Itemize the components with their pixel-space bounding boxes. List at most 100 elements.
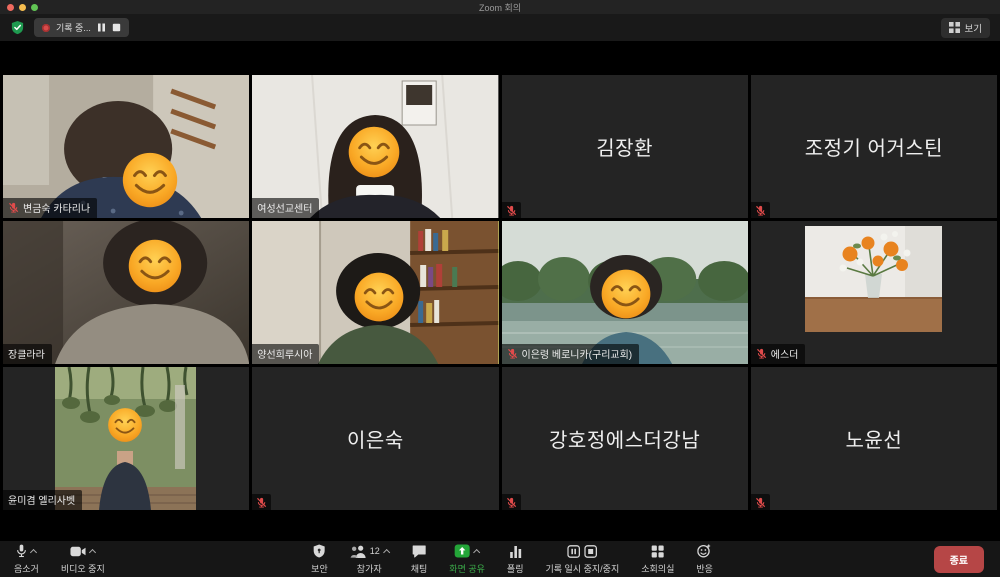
stop-recording-button[interactable]	[112, 23, 121, 32]
stop-video-button[interactable]: 비디오 중지	[61, 541, 105, 577]
recording-indicator: 기록 중...	[34, 18, 129, 37]
window-title: Zoom 회의	[479, 1, 521, 14]
video-stage: 변금숙 카타리나 여성선교센터 김장환	[0, 41, 1000, 540]
mute-options-chevron[interactable]	[30, 548, 37, 555]
participants-icon	[350, 545, 366, 558]
muted-mic-badge	[502, 202, 521, 218]
participant-name: 이은숙	[252, 367, 498, 510]
close-window-button[interactable]	[7, 4, 14, 11]
participant-name-tag: 변금숙 카타리나	[3, 198, 97, 218]
stop-video-button-label: 비디오 중지	[61, 562, 105, 575]
face-emoji	[600, 268, 652, 320]
window-controls[interactable]	[7, 4, 38, 11]
participant-tile[interactable]: 노윤선	[751, 367, 997, 510]
security-button[interactable]: 보안	[311, 541, 328, 577]
participant-tile-active-speaker[interactable]: 양선희루시아	[252, 221, 498, 364]
participants-button[interactable]: 12 참가자	[350, 541, 389, 577]
video-options-chevron[interactable]	[89, 548, 96, 555]
toolbar-right-group: 종료	[934, 541, 1000, 577]
security-shield-icon	[313, 544, 325, 558]
view-button-label: 보기	[965, 21, 982, 35]
polls-button-label: 폴링	[507, 562, 524, 575]
stop-recording-icon	[584, 545, 597, 558]
participant-name-tag: 에스더	[751, 344, 806, 364]
participant-name: 강호정에스더강남	[502, 367, 748, 510]
breakout-rooms-button-label: 소회의실	[641, 562, 674, 575]
share-screen-button-label: 화면 공유	[449, 562, 485, 575]
participant-name: 윤미겸 엘리사벳	[8, 492, 75, 507]
security-button-label: 보안	[311, 562, 328, 575]
muted-mic-icon	[506, 497, 517, 508]
chat-button[interactable]: 채팅	[411, 541, 428, 577]
participant-tile[interactable]: 강호정에스더강남	[502, 367, 748, 510]
share-screen-button[interactable]: 화면 공유	[449, 541, 485, 577]
polls-button[interactable]: 폴링	[507, 541, 524, 577]
face-emoji	[353, 271, 405, 323]
gallery-grid: 변금숙 카타리나 여성선교센터 김장환	[3, 75, 997, 510]
pause-recording-button[interactable]	[97, 23, 106, 32]
participant-name-tag: 윤미겸 엘리사벳	[3, 490, 82, 510]
participant-tile[interactable]: 여성선교센터	[252, 75, 498, 218]
participants-button-label: 참가자	[357, 562, 382, 575]
participant-tile[interactable]: 변금숙 카타리나	[3, 75, 249, 218]
view-button[interactable]: 보기	[941, 18, 990, 38]
muted-mic-badge	[751, 202, 770, 218]
reactions-button-label: 반응	[696, 562, 713, 575]
chat-button-label: 채팅	[411, 562, 428, 575]
mute-button[interactable]: 음소거	[14, 541, 39, 577]
face-emoji	[121, 151, 179, 209]
record-pause-stop-button[interactable]: 기록 일시 중지/중지	[545, 541, 619, 577]
participants-options-chevron[interactable]	[383, 548, 390, 555]
polls-icon	[509, 545, 522, 558]
breakout-rooms-icon	[651, 545, 664, 558]
macos-titlebar: Zoom 회의	[0, 0, 1000, 14]
participant-tile[interactable]: 조정기 어거스틴	[751, 75, 997, 218]
video-frame	[55, 367, 196, 510]
participant-name: 양선희루시아	[257, 346, 312, 361]
participant-name: 이은령 베로니카(구리교회)	[522, 346, 633, 361]
microphone-icon	[16, 544, 27, 558]
encryption-shield-icon	[10, 20, 25, 35]
participant-tile[interactable]: 김장환	[502, 75, 748, 218]
participant-name: 여성선교센터	[257, 200, 312, 215]
muted-mic-icon	[755, 205, 766, 216]
participant-tile[interactable]: 이은령 베로니카(구리교회)	[502, 221, 748, 364]
video-camera-icon	[70, 546, 86, 557]
participant-name-tag: 여성선교센터	[252, 198, 319, 218]
participant-tile[interactable]: 윤미겸 엘리사벳	[3, 367, 249, 510]
participant-name: 김장환	[502, 75, 748, 218]
participant-name-tag: 양선희루시아	[252, 344, 319, 364]
participant-tile[interactable]: 에스더	[751, 221, 997, 364]
muted-mic-icon	[8, 202, 19, 213]
fullscreen-window-button[interactable]	[31, 4, 38, 11]
record-dot-icon	[42, 24, 50, 32]
muted-mic-badge	[502, 494, 521, 510]
minimize-window-button[interactable]	[19, 4, 26, 11]
reactions-button[interactable]: 반응	[696, 541, 713, 577]
video-frame	[805, 226, 942, 332]
toolbar-center-group: 보안 12 참가자 채팅	[311, 541, 713, 577]
chat-bubble-icon	[412, 545, 426, 558]
participant-tile[interactable]: 장클라라	[3, 221, 249, 364]
participants-count-badge: 12	[370, 546, 380, 556]
toolbar-left-group: 음소거 비디오 중지	[0, 541, 105, 577]
meeting-toolbar: 음소거 비디오 중지 보안	[0, 540, 1000, 577]
face-emoji	[127, 238, 183, 294]
end-meeting-button[interactable]: 종료	[934, 546, 984, 573]
share-screen-icon	[455, 544, 471, 558]
participant-name-tag: 이은령 베로니카(구리교회)	[502, 344, 640, 364]
face-emoji	[107, 407, 143, 443]
muted-mic-icon	[506, 205, 517, 216]
grid-view-icon	[949, 22, 960, 33]
muted-mic-icon	[507, 348, 518, 359]
share-options-chevron[interactable]	[474, 548, 481, 555]
participant-name: 노윤선	[751, 367, 997, 510]
breakout-rooms-button[interactable]: 소회의실	[641, 541, 674, 577]
recording-status-label: 기록 중...	[56, 21, 91, 34]
meeting-status-bar: 기록 중... 보기	[0, 14, 1000, 41]
participant-name: 조정기 어거스틴	[751, 75, 997, 218]
muted-mic-icon	[256, 497, 267, 508]
participant-tile[interactable]: 이은숙	[252, 367, 498, 510]
muted-mic-badge	[252, 494, 271, 510]
participant-name: 에스더	[771, 346, 799, 361]
